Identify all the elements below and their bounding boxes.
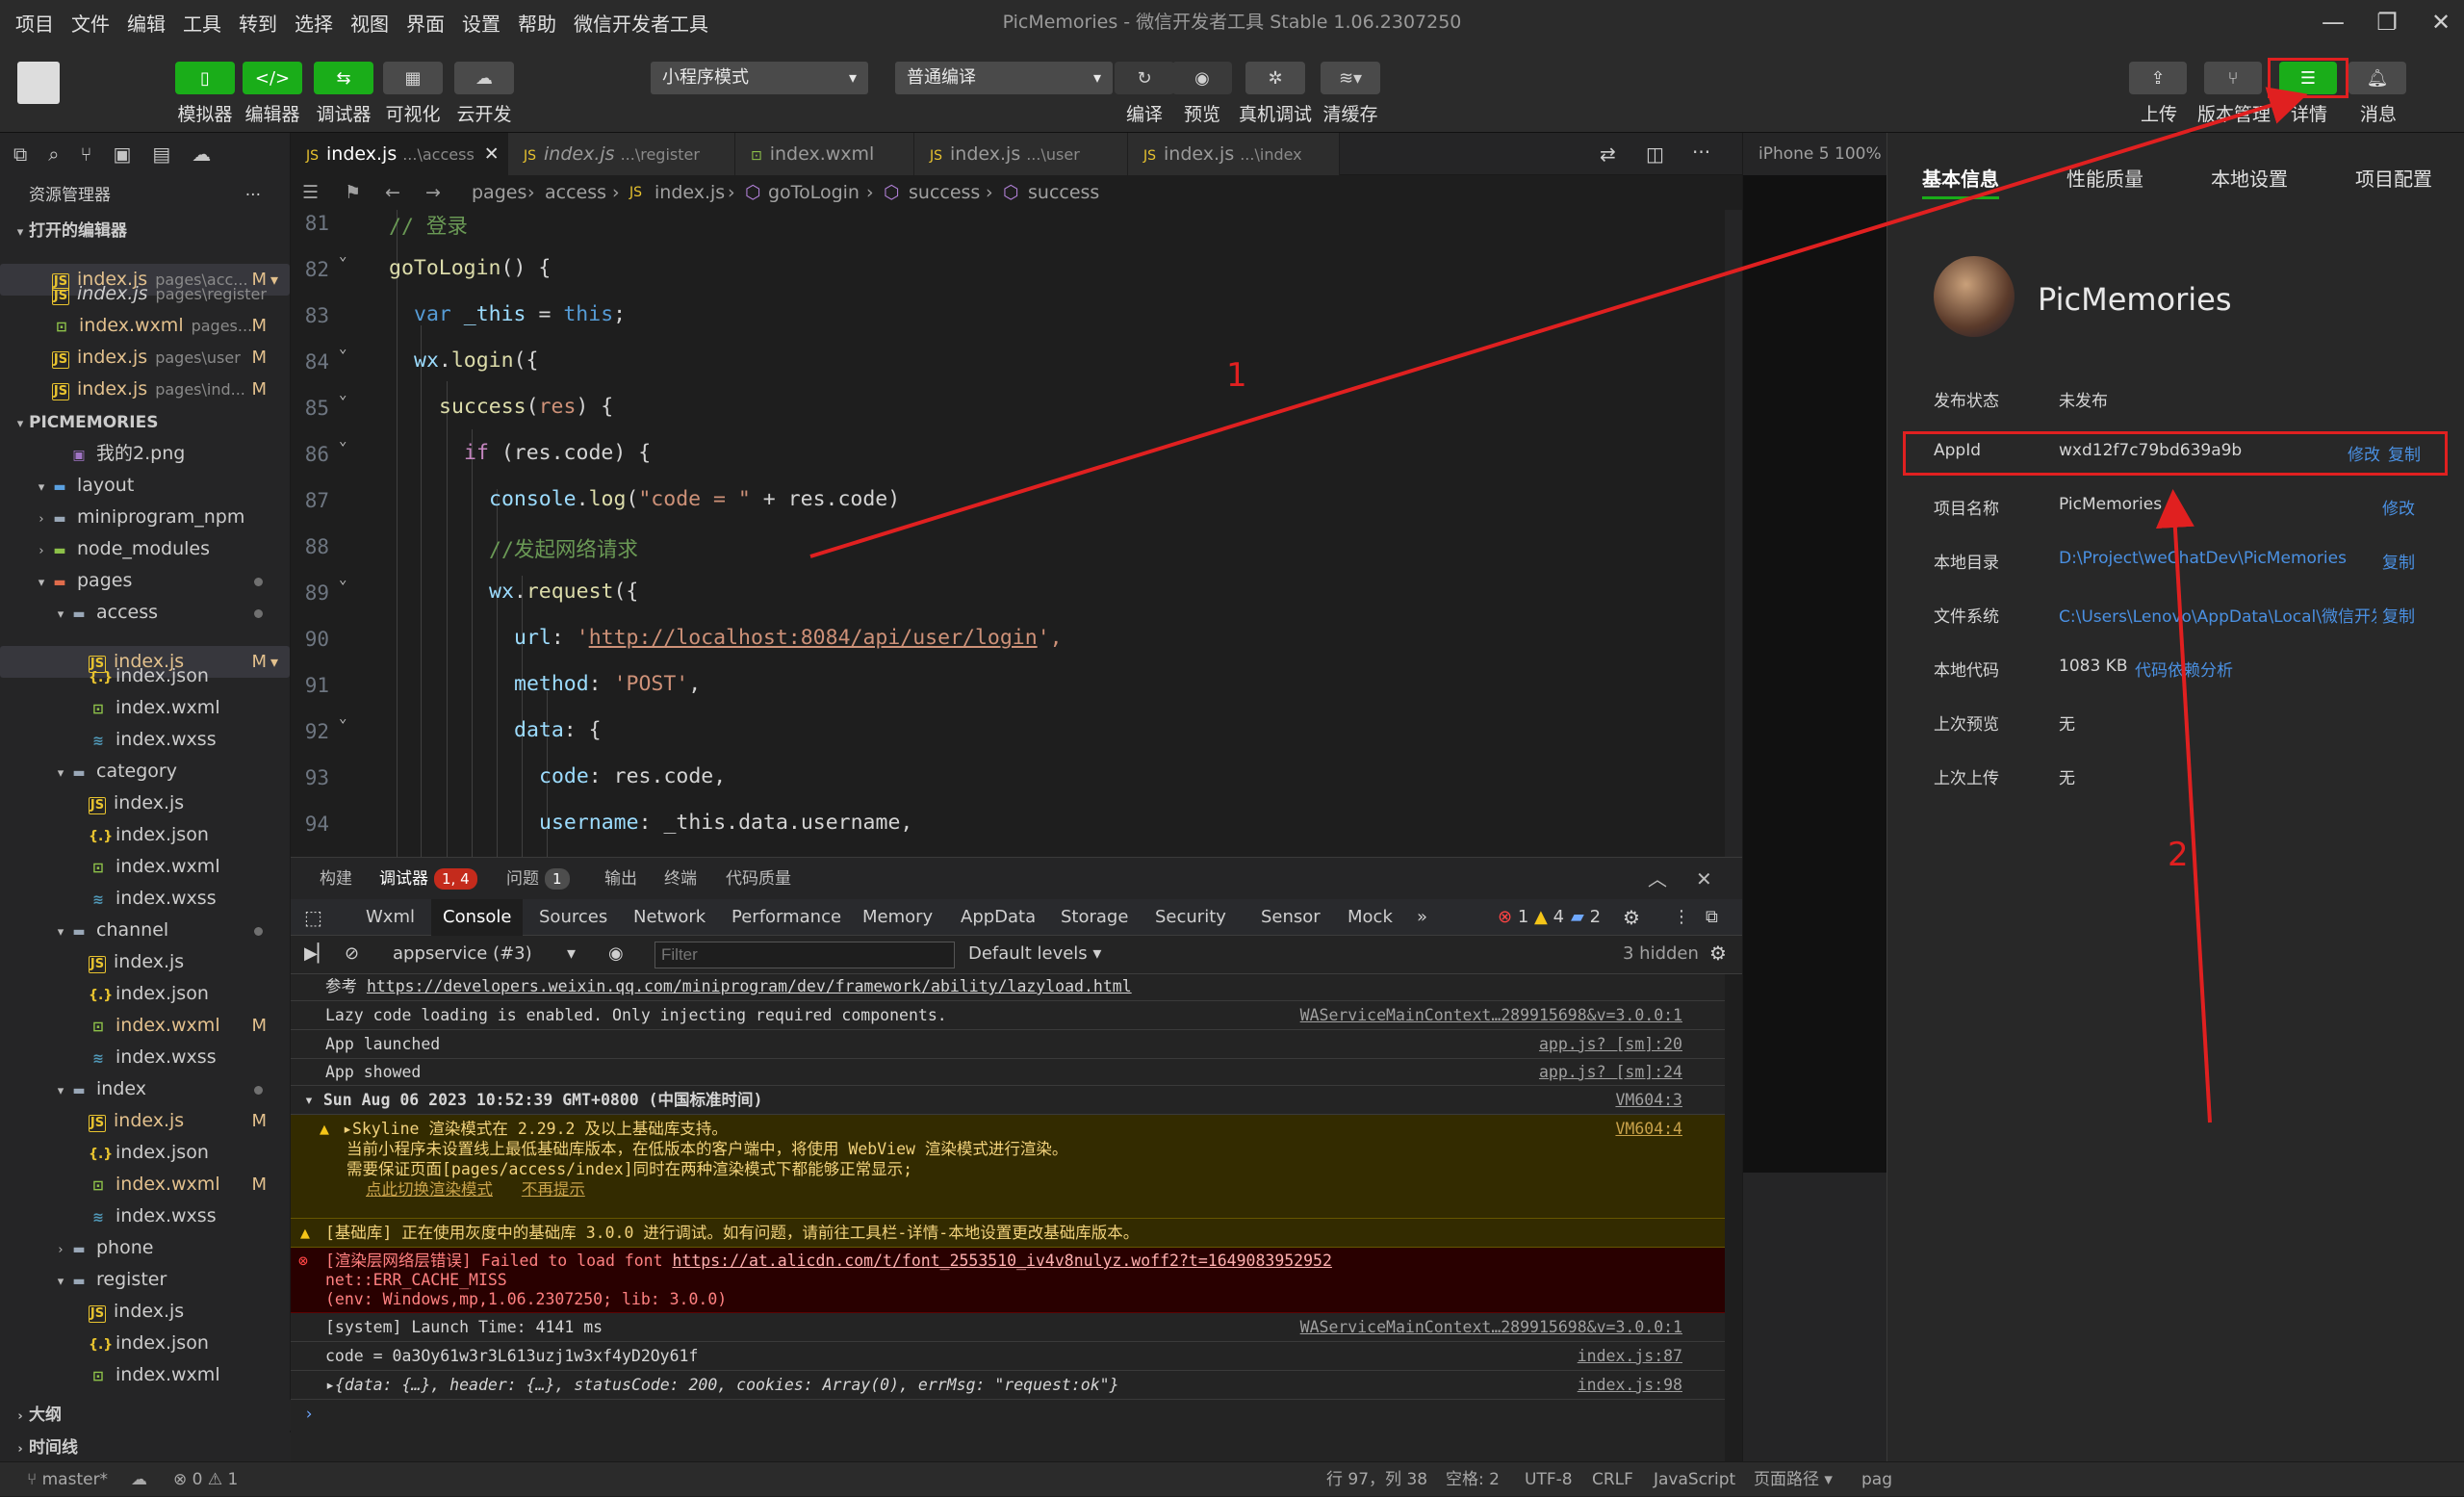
sync-icon[interactable]: ☁ [131, 1462, 147, 1497]
page-path[interactable]: 页面路径 ▾ [1754, 1462, 1833, 1497]
annotation-arrow-1 [809, 87, 2308, 558]
page-path-value: pag [1861, 1470, 1892, 1489]
cursor-position[interactable]: 行 97，列 38 [1326, 1462, 1427, 1497]
language-mode[interactable]: JavaScript [1654, 1462, 1735, 1497]
annotation-arrow-2 [2155, 489, 2212, 1123]
annotation-number-1: 1 [1226, 356, 1247, 395]
branch-indicator[interactable]: ⑂ master* [27, 1462, 108, 1497]
line-ending[interactable]: CRLF [1592, 1462, 1633, 1497]
status-bar: ⑂ master* ☁ ⊗ 0 ⚠ 1 行 97，列 38 空格: 2 UTF-… [0, 1461, 2464, 1496]
annotation-arrows [809, 87, 2308, 1123]
problems-indicator[interactable]: ⊗ 0 ⚠ 1 [173, 1462, 238, 1497]
indentation[interactable]: 空格: 2 [1446, 1462, 1500, 1497]
encoding[interactable]: UTF-8 [1525, 1462, 1573, 1497]
annotation-number-2: 2 [2168, 836, 2189, 874]
